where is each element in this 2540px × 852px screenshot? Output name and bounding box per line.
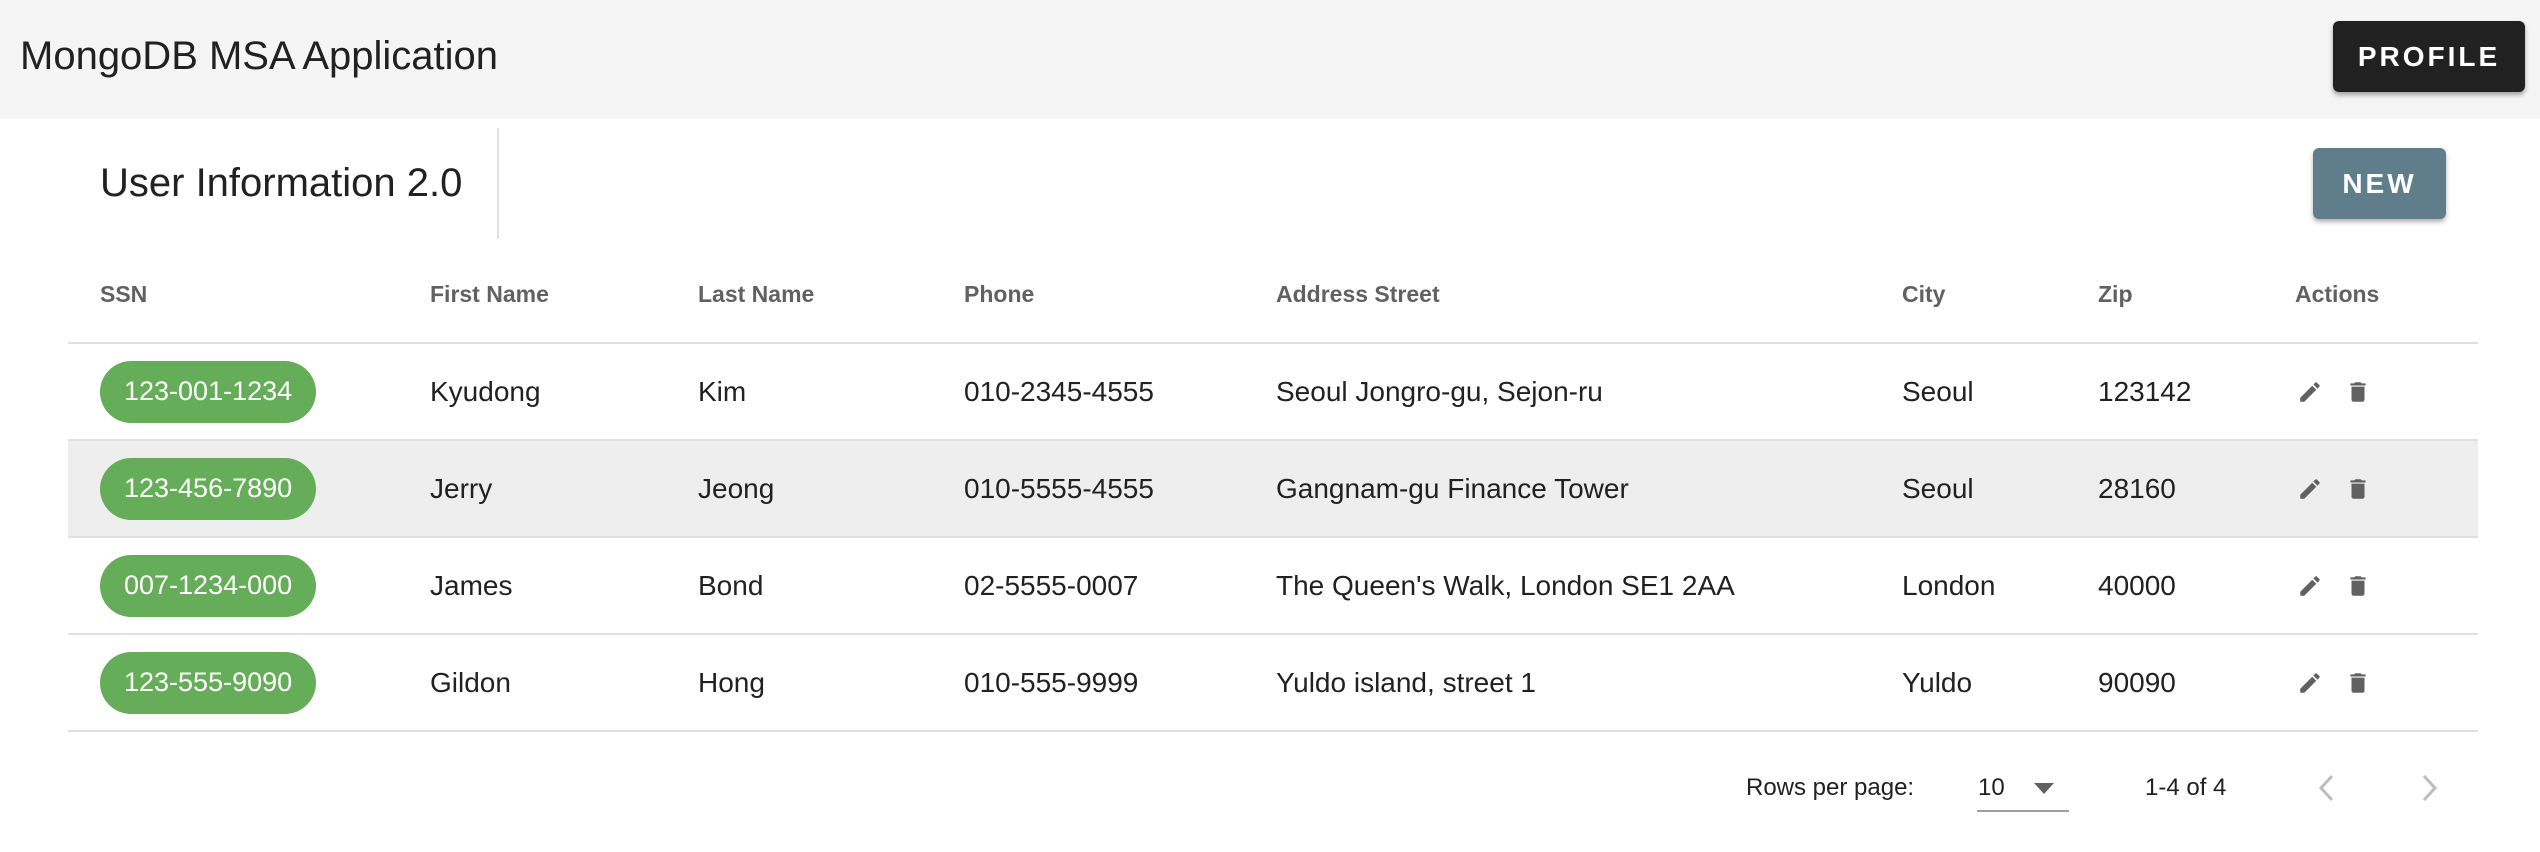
new-user-button[interactable]: NEW <box>2313 148 2446 219</box>
column-header-phone[interactable]: Phone <box>964 247 1276 344</box>
table-row[interactable]: 123-001-1234 Kyudong Kim 010-2345-4555 S… <box>68 343 2478 441</box>
city-cell: Seoul <box>1902 343 2098 441</box>
profile-button[interactable]: PROFILE <box>2333 21 2525 92</box>
last-name-cell: Hong <box>698 634 964 732</box>
table-row[interactable]: 123-456-7890 Jerry Jeong 010-5555-4555 G… <box>68 440 2478 538</box>
ssn-chip[interactable]: 123-456-7890 <box>100 457 317 520</box>
rows-per-page-label: Rows per page: <box>1746 774 1915 801</box>
ssn-chip[interactable]: 007-1234-000 <box>100 554 317 617</box>
ssn-cell: 123-001-1234 <box>68 343 430 441</box>
column-header-address[interactable]: Address Street <box>1276 247 1902 344</box>
app-bar: MongoDB MSA Application PROFILE <box>0 0 2540 119</box>
city-cell: Yuldo <box>1902 634 2098 732</box>
edit-icon[interactable] <box>2295 668 2325 698</box>
edit-icon[interactable] <box>2295 571 2325 601</box>
zip-cell: 40000 <box>2098 537 2295 635</box>
city-cell: London <box>1902 537 2098 635</box>
table-row[interactable]: 123-555-9090 Gildon Hong 010-555-9999 Yu… <box>68 634 2478 732</box>
last-name-cell: Bond <box>698 537 964 635</box>
zip-cell: 90090 <box>2098 634 2295 732</box>
city-cell: Seoul <box>1902 440 2098 538</box>
last-name-cell: Jeong <box>698 440 964 538</box>
ssn-cell: 123-555-9090 <box>68 634 430 732</box>
app-title: MongoDB MSA Application <box>20 34 499 78</box>
table-header-row: SSN First Name Last Name Phone Address S… <box>68 247 2478 344</box>
ssn-cell: 123-456-7890 <box>68 440 430 538</box>
last-name-cell: Kim <box>698 343 964 441</box>
actions-cell <box>2295 634 2478 732</box>
first-name-cell: James <box>430 537 698 635</box>
column-header-actions: Actions <box>2295 247 2478 344</box>
address-cell: Yuldo island, street 1 <box>1276 634 1902 732</box>
page-title: User Information 2.0 <box>100 161 463 205</box>
phone-cell: 010-5555-4555 <box>964 440 1276 538</box>
toolbar-divider <box>497 128 499 239</box>
rows-per-page-value: 10 <box>1978 774 2005 801</box>
zip-cell: 123142 <box>2098 343 2295 441</box>
actions-cell <box>2295 537 2478 635</box>
actions-cell <box>2295 343 2478 441</box>
pagination-bar: Rows per page: 10 1-4 of 4 <box>0 760 2540 820</box>
user-table: SSN First Name Last Name Phone Address S… <box>68 247 2478 732</box>
column-header-first-name[interactable]: First Name <box>430 247 698 344</box>
column-header-ssn[interactable]: SSN <box>68 247 430 344</box>
next-page-icon[interactable] <box>2410 768 2446 813</box>
first-name-cell: Gildon <box>430 634 698 732</box>
ssn-chip[interactable]: 123-001-1234 <box>100 360 317 423</box>
first-name-cell: Kyudong <box>430 343 698 441</box>
delete-icon[interactable] <box>2343 571 2373 601</box>
first-name-cell: Jerry <box>430 440 698 538</box>
zip-cell: 28160 <box>2098 440 2295 538</box>
ssn-cell: 007-1234-000 <box>68 537 430 635</box>
edit-icon[interactable] <box>2295 474 2325 504</box>
column-header-last-name[interactable]: Last Name <box>698 247 964 344</box>
column-header-city[interactable]: City <box>1902 247 2098 344</box>
address-cell: The Queen's Walk, London SE1 2AA <box>1276 537 1902 635</box>
phone-cell: 010-2345-4555 <box>964 343 1276 441</box>
edit-icon[interactable] <box>2295 377 2325 407</box>
delete-icon[interactable] <box>2343 668 2373 698</box>
table-row[interactable]: 007-1234-000 James Bond 02-5555-0007 The… <box>68 537 2478 635</box>
address-cell: Seoul Jongro-gu, Sejon-ru <box>1276 343 1902 441</box>
column-header-zip[interactable]: Zip <box>2098 247 2295 344</box>
ssn-chip[interactable]: 123-555-9090 <box>100 651 317 714</box>
delete-icon[interactable] <box>2343 474 2373 504</box>
previous-page-icon[interactable] <box>2310 768 2346 813</box>
page-range: 1-4 of 4 <box>2145 774 2227 801</box>
rows-per-page-select[interactable]: 10 <box>1977 766 2069 812</box>
phone-cell: 010-555-9999 <box>964 634 1276 732</box>
address-cell: Gangnam-gu Finance Tower <box>1276 440 1902 538</box>
actions-cell <box>2295 440 2478 538</box>
delete-icon[interactable] <box>2343 377 2373 407</box>
phone-cell: 02-5555-0007 <box>964 537 1276 635</box>
dropdown-arrow-icon <box>2032 782 2056 800</box>
